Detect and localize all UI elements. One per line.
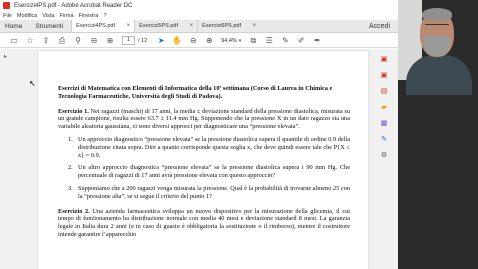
- exercise-1-items: 1. Un approccio diagnostico “pressione e…: [58, 136, 350, 201]
- webcam-video-overlay: [398, 0, 478, 269]
- more-tools-icon[interactable]: ⚙: [378, 151, 390, 159]
- zoom-out-icon[interactable]: ⊖: [185, 34, 201, 48]
- document-text: Esercizi di Matematica con Elementi di I…: [58, 85, 350, 239]
- presenter-glasses: [425, 24, 449, 29]
- item-number: 1.: [68, 135, 73, 143]
- tab-tools[interactable]: Strumenti: [30, 20, 71, 32]
- upload-icon[interactable]: ⇪: [38, 34, 54, 48]
- acrobat-window: Esercizi4PS.pdf - Adobe Acrobat Reader D…: [0, 0, 398, 269]
- presenter-shoulders: [406, 55, 472, 95]
- menu-bar: File Modifica Vista Firma Finestra ?: [0, 11, 398, 20]
- chevron-right-icon[interactable]: ▸: [4, 53, 7, 60]
- edit-pdf-icon[interactable]: ▤: [378, 87, 390, 95]
- exercise-1: Esercizio 1. Nei ragazzi (maschi) di 17 …: [58, 108, 350, 131]
- list-item: 2. Un altro approccio diagnostica “press…: [68, 164, 350, 180]
- list-item: 3. Supponiamo che a 200 ragazzi venga mi…: [68, 185, 350, 201]
- sign-icon[interactable]: ✒: [309, 34, 325, 48]
- presenter-hair: [422, 8, 452, 20]
- menu-help[interactable]: ?: [103, 13, 106, 19]
- menu-firma[interactable]: Firma: [60, 13, 74, 19]
- tab-home[interactable]: Home: [0, 20, 30, 32]
- page-total: / 12: [138, 37, 148, 44]
- pdf-page: Esercizi di Matematica con Elementi di I…: [38, 51, 368, 269]
- document-tab-label: Esercizi5PS.pdf: [139, 23, 178, 29]
- item-text: Supponiamo che a 200 ragazzi venga misur…: [78, 184, 350, 200]
- export-pdf-icon[interactable]: ▣: [378, 55, 390, 63]
- comment-tool-icon[interactable]: ▰: [378, 103, 390, 111]
- acrobat-app-icon: [3, 2, 10, 9]
- item-text: Un approccio diagnostico “pressione elev…: [78, 135, 350, 159]
- comment-icon[interactable]: ✎: [277, 34, 293, 48]
- organize-pages-icon[interactable]: ▦: [378, 119, 390, 127]
- item-number: 2.: [68, 164, 73, 172]
- item-text: Un altro approccio diagnostica “pression…: [78, 164, 350, 180]
- mouse-cursor-icon: ↖: [29, 79, 36, 88]
- close-tab-icon[interactable]: ×: [127, 23, 131, 29]
- exercise-1-label: Esercizio 1.: [58, 107, 89, 115]
- menu-vista[interactable]: Vista: [42, 13, 54, 19]
- exercise-2-label: Esercizio 2.: [58, 207, 90, 215]
- zoom-dropdown-icon[interactable]: ▾: [239, 38, 242, 44]
- zoom-level[interactable]: 94,4%: [221, 38, 237, 44]
- presenter-beard: [424, 36, 450, 56]
- document-tab-esercizi4[interactable]: Esercizi4PS.pdf ×: [71, 20, 135, 32]
- previous-page-icon[interactable]: ⊖: [86, 34, 102, 48]
- document-viewer: ▸ ↖ Esercizi di Matematica con Elementi …: [0, 49, 398, 269]
- list-item: 1. Un approccio diagnostico “pressione e…: [68, 136, 350, 159]
- toolbar: ▭ ☆ ⇪ ⎙ ⚲ ⊖ ⊕ 1 / 12 ➤ ✋ ⊖ ⊕ 94,4% ▾ ⧉ ☰…: [0, 34, 398, 48]
- tab-spacer: [260, 20, 369, 32]
- title-bar: Esercizi4PS.pdf - Adobe Acrobat Reader D…: [0, 0, 398, 11]
- highlight-icon[interactable]: ✐: [293, 34, 309, 48]
- document-tab-esercizi6[interactable]: Esercizi6PS.pdf ×: [197, 20, 261, 32]
- zoom-in-icon[interactable]: ⊕: [201, 34, 217, 48]
- bookmark-star-icon[interactable]: ☆: [22, 34, 38, 48]
- menu-finestra[interactable]: Finestra: [79, 13, 99, 19]
- document-heading: Esercizi di Matematica con Elementi di I…: [58, 85, 333, 100]
- exercise-1-text: Nei ragazzi (maschi) di 17 anni, la medi…: [58, 107, 351, 131]
- select-cursor-icon[interactable]: ➤: [153, 34, 169, 48]
- close-tab-icon[interactable]: ×: [190, 23, 194, 29]
- document-tab-label: Esercizi6PS.pdf: [202, 23, 241, 29]
- save-icon[interactable]: ▭: [6, 34, 22, 48]
- fill-sign-icon[interactable]: ✎: [378, 135, 390, 143]
- hand-tool-icon[interactable]: ✋: [169, 34, 185, 48]
- exercise-2: Esercizio 2. Una azienda farmaceutica sv…: [58, 208, 350, 239]
- next-page-icon[interactable]: ⊕: [102, 34, 118, 48]
- search-icon[interactable]: ⚲: [70, 34, 86, 48]
- left-panel-toggle[interactable]: ▸: [0, 49, 12, 269]
- item-number: 3.: [68, 184, 73, 192]
- page-number-input[interactable]: 1: [122, 36, 135, 45]
- create-pdf-icon[interactable]: ▣: [378, 71, 390, 79]
- sign-in-button[interactable]: Accedi: [369, 20, 398, 32]
- right-tools-panel: ▣ ▣ ▤ ▰ ▦ ✎ ⚙: [370, 49, 398, 269]
- exercise-2-text: Una azienda farmaceutica sviluppa un nuo…: [58, 207, 351, 238]
- tab-bar: Home Strumenti Esercizi4PS.pdf × Eserciz…: [0, 20, 398, 33]
- window-title: Esercizi4PS.pdf - Adobe Acrobat Reader D…: [14, 2, 133, 9]
- print-icon[interactable]: ⎙: [54, 34, 70, 48]
- document-tab-esercizi5[interactable]: Esercizi5PS.pdf ×: [134, 20, 198, 32]
- scroll-mode-icon[interactable]: ☰: [261, 34, 277, 48]
- document-tab-label: Esercizi4PS.pdf: [76, 23, 115, 29]
- close-tab-icon[interactable]: ×: [253, 23, 257, 29]
- fit-page-icon[interactable]: ⧉: [245, 34, 261, 48]
- menu-modifica[interactable]: Modifica: [17, 13, 37, 19]
- menu-file[interactable]: File: [3, 13, 12, 19]
